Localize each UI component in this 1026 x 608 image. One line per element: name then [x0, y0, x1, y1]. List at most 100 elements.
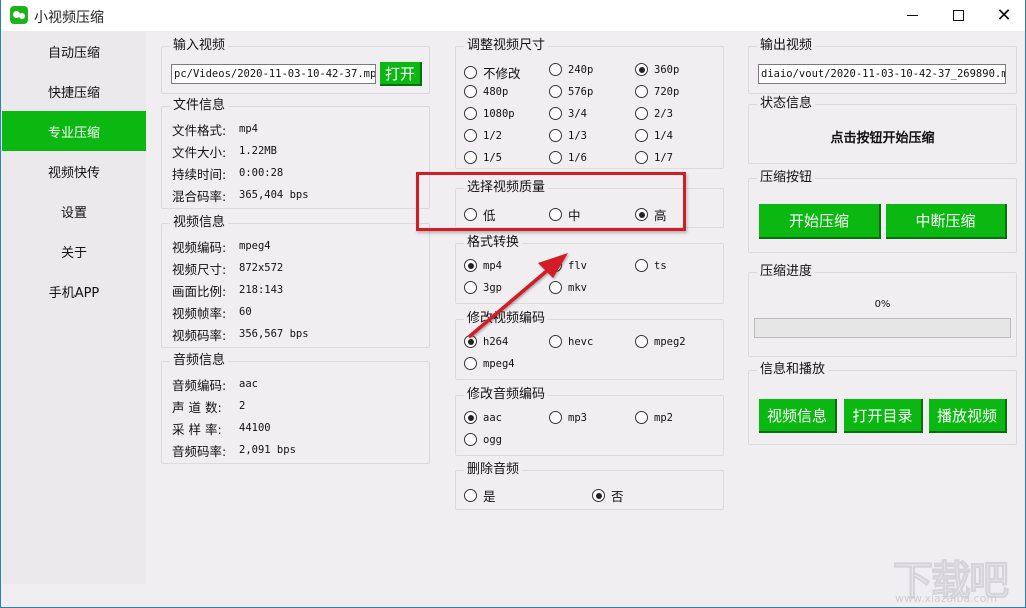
video-info-group: 视频信息 视频编码: mpeg4 视频尺寸: 872x572 画面比例: 218:14… — [161, 215, 430, 348]
group-title: 输入视频 — [170, 38, 229, 54]
radio-icon — [464, 357, 477, 370]
radio-label: ogg — [483, 433, 502, 446]
watermark-logo: 下载吧 — [893, 558, 1010, 605]
open-directory-button[interactable]: 打开目录 — [844, 399, 923, 433]
format-option[interactable]: flv — [549, 259, 587, 272]
group-title: 修改音频编码 — [464, 387, 549, 403]
sidebar-item-label: 手机APP — [48, 285, 100, 301]
info-value: 872x572 — [239, 262, 284, 274]
resize-option[interactable]: 240p — [549, 63, 593, 76]
radio-icon — [464, 151, 477, 164]
format-option[interactable]: ts — [635, 259, 667, 272]
radio-icon — [464, 489, 477, 502]
close-button[interactable]: ✕ — [981, 0, 1026, 31]
radio-label: 576p — [568, 85, 594, 98]
watermark: 下载吧 www.xiazaiba.com — [889, 548, 1021, 606]
info-value: 356,567 bps — [239, 328, 309, 340]
resize-option[interactable]: 1/2 — [464, 129, 502, 142]
resize-option[interactable]: 不修改 — [464, 63, 521, 82]
remove-audio-no[interactable]: 否 — [592, 486, 624, 505]
resize-option[interactable]: 2/3 — [635, 107, 673, 120]
quality-option-low[interactable]: 低 — [464, 205, 496, 224]
radio-label: 1/4 — [654, 129, 673, 142]
audio-codec-option[interactable]: mp2 — [635, 411, 673, 424]
audio-info-group: 音频信息 音频编码: aac 声 道 数: 2 采 样 率: 44100 音频码率: 2… — [161, 353, 430, 464]
info-label: 采 样 率: — [172, 421, 222, 437]
resize-option[interactable]: 1/4 — [635, 129, 673, 142]
resize-option[interactable]: 576p — [549, 85, 593, 98]
resize-option[interactable]: 1/3 — [549, 129, 587, 142]
sidebar: 自动压缩 快捷压缩 专业压缩 视频快传 设置 关于 手机APP — [2, 31, 146, 584]
radio-icon — [549, 151, 562, 164]
resize-option[interactable]: 480p — [464, 85, 508, 98]
format-option[interactable]: mkv — [549, 281, 587, 294]
video-codec-option[interactable]: h264 — [464, 335, 508, 348]
audio-bitrate-row: 音频码率: 2,091 bps — [172, 440, 296, 460]
audio-codec-option[interactable]: mp3 — [549, 411, 587, 424]
format-option[interactable]: 3gp — [464, 281, 502, 294]
radio-icon — [549, 281, 562, 294]
audio-codec-option[interactable]: ogg — [464, 433, 502, 446]
resize-option[interactable]: 1/5 — [464, 151, 502, 164]
video-info-button[interactable]: 视频信息 — [759, 399, 837, 433]
maximize-button[interactable] — [935, 0, 981, 31]
info-label: 混合码率: — [172, 188, 227, 204]
radio-icon — [464, 208, 477, 221]
sidebar-item-about[interactable]: 关于 — [2, 231, 146, 271]
file-size-row: 文件大小: 1.22MB — [172, 141, 277, 161]
sidebar-item-mobile-app[interactable]: 手机APP — [2, 271, 146, 311]
group-title: 格式转换 — [464, 235, 523, 251]
info-value: 1.22MB — [239, 145, 277, 157]
sidebar-item-pro-compress[interactable]: 专业压缩 — [2, 111, 146, 151]
resize-option[interactable]: 1080p — [464, 107, 515, 120]
minimize-button[interactable] — [889, 0, 935, 31]
progress-group: 压缩进度 0% — [748, 264, 1017, 357]
compress-buttons-group: 压缩按钮 开始压缩 中断压缩 — [748, 170, 1017, 253]
input-path-field[interactable]: pc/Videos/2020-11-03-10-42-37.mp4 — [171, 64, 376, 84]
info-value: 218:143 — [239, 284, 284, 296]
status-group: 状态信息 点击按钮开始压缩 — [748, 96, 1017, 164]
open-file-button[interactable]: 打开 — [380, 62, 422, 86]
radio-icon — [549, 335, 562, 348]
radio-label: 不修改 — [483, 66, 521, 81]
resize-option[interactable]: 1/6 — [549, 151, 587, 164]
output-path-field[interactable]: diaio/vout/2020-11-03-10-42-37_269890.mp… — [758, 64, 1006, 84]
audio-codec-option[interactable]: aac — [464, 411, 502, 424]
info-value: 2,091 bps — [239, 444, 296, 456]
group-title: 压缩按钮 — [757, 170, 816, 186]
sidebar-item-video-transfer[interactable]: 视频快传 — [2, 151, 146, 191]
group-title: 选择视频质量 — [464, 180, 549, 196]
radio-icon — [464, 66, 477, 79]
resize-option[interactable]: 360p — [635, 63, 679, 76]
radio-label: 1/3 — [568, 129, 587, 142]
radio-label: hevc — [568, 335, 594, 348]
radio-label: flv — [568, 259, 587, 272]
channels-row: 声 道 数: 2 — [172, 396, 245, 416]
sample-rate-row: 采 样 率: 44100 — [172, 418, 271, 438]
video-codec-option[interactable]: mpeg4 — [464, 357, 515, 370]
sidebar-item-label: 快捷压缩 — [47, 85, 100, 101]
info-label: 文件大小: — [172, 144, 227, 160]
resize-option[interactable]: 3/4 — [549, 107, 587, 120]
resize-option[interactable]: 720p — [635, 85, 679, 98]
sidebar-item-settings[interactable]: 设置 — [2, 191, 146, 231]
remove-audio-yes[interactable]: 是 — [464, 486, 496, 505]
play-video-button[interactable]: 播放视频 — [929, 399, 1007, 433]
info-value: mp4 — [239, 123, 258, 135]
sidebar-item-quick-compress[interactable]: 快捷压缩 — [2, 71, 146, 111]
info-label: 音频码率: — [172, 443, 227, 459]
video-codec-option[interactable]: hevc — [549, 335, 593, 348]
info-value: 365,404 bps — [239, 189, 309, 201]
resize-option[interactable]: 1/7 — [635, 151, 673, 164]
quality-option-high[interactable]: 高 — [635, 205, 667, 224]
radio-icon — [635, 259, 648, 272]
format-option[interactable]: mp4 — [464, 259, 502, 272]
stop-compress-button[interactable]: 中断压缩 — [886, 204, 1007, 239]
minimize-icon — [906, 15, 918, 16]
video-bitrate-row: 视频码率: 356,567 bps — [172, 324, 309, 344]
start-compress-button[interactable]: 开始压缩 — [759, 204, 881, 239]
sidebar-item-auto-compress[interactable]: 自动压缩 — [2, 31, 146, 71]
info-value: aac — [239, 378, 258, 390]
quality-option-medium[interactable]: 中 — [549, 205, 581, 224]
video-codec-option[interactable]: mpeg2 — [635, 335, 686, 348]
